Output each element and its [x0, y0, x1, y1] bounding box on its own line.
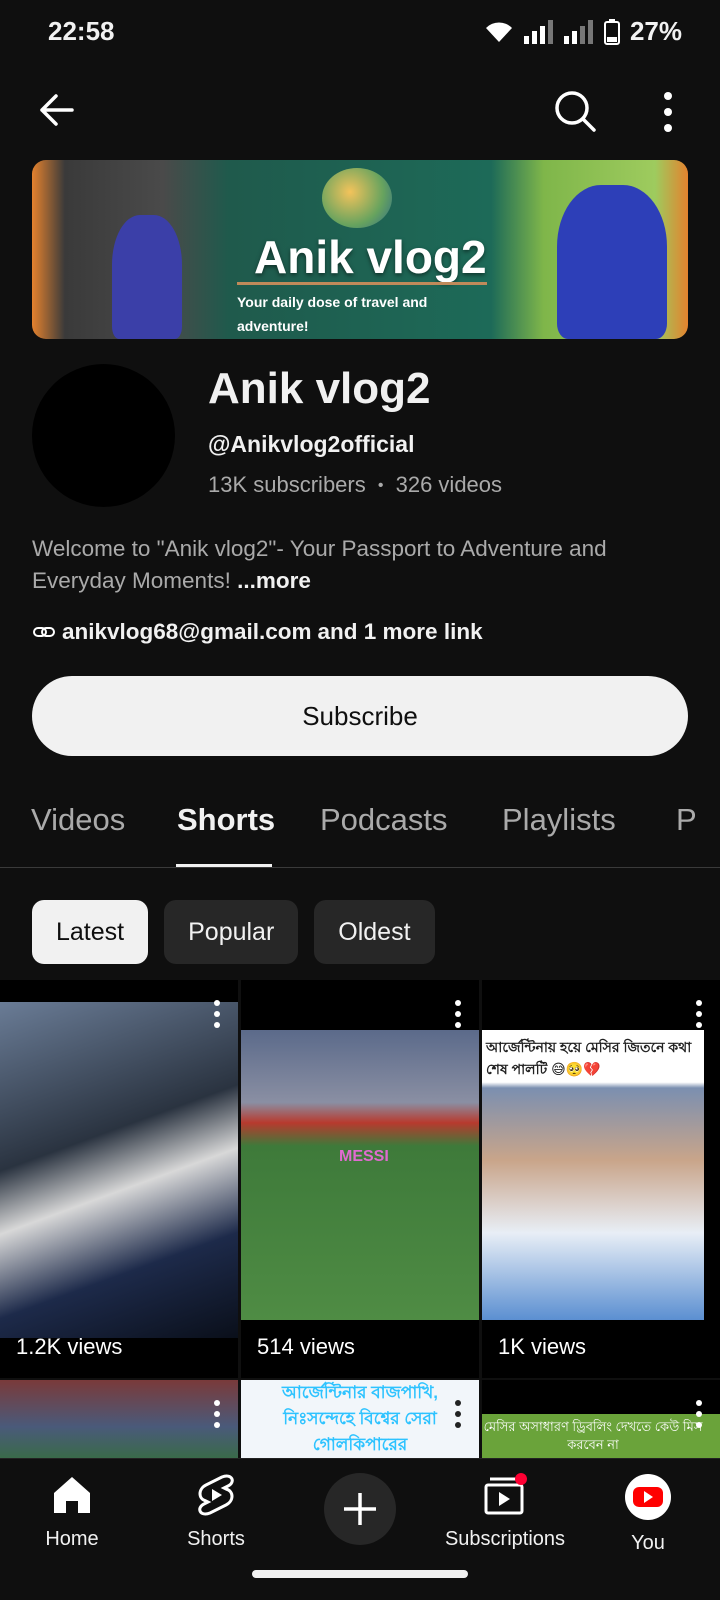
- home-icon: [54, 1477, 90, 1513]
- sort-chips: Latest Popular Oldest: [32, 900, 435, 964]
- short-views: 514 views: [257, 1334, 355, 1359]
- short-caption: আর্জেন্টিনায় হয়ে মেসির জিতনে কথা শেষ প…: [486, 1039, 692, 1077]
- short-tile[interactable]: [0, 1380, 238, 1458]
- search-icon[interactable]: [552, 88, 600, 136]
- bottom-navigation: Home Shorts Subscriptions You: [0, 1458, 720, 1600]
- tab-underline: [176, 864, 272, 867]
- wifi-icon: [485, 21, 512, 42]
- short-caption: মেসির অসাধারণ ড্রিবলিং দেখতে কেউ মিস করব…: [483, 1419, 703, 1452]
- short-tile[interactable]: MESSI 514 views: [241, 980, 479, 1378]
- channel-links[interactable]: anikvlog68@gmail.com and 1 more link: [32, 619, 483, 645]
- status-icons: 27%: [484, 16, 682, 47]
- status-bar: 22:58 27%: [0, 0, 720, 64]
- channel-stats: 13K subscribers • 326 videos: [208, 472, 502, 498]
- more-vert-icon[interactable]: [214, 1000, 220, 1033]
- tab-shorts[interactable]: Shorts: [177, 802, 275, 838]
- channel-banner: Anik vlog2 Your daily dose of travel and…: [32, 160, 688, 339]
- status-time: 22:58: [48, 16, 115, 46]
- more-vert-icon[interactable]: [662, 88, 674, 136]
- subscriber-count: 13K subscribers: [208, 472, 366, 497]
- short-views: 1K views: [498, 1334, 587, 1359]
- banner-divider: [237, 282, 487, 285]
- banner-subtitle: Your daily dose of travel and adventure!: [237, 294, 428, 334]
- chip-latest[interactable]: Latest: [32, 900, 149, 964]
- nav-shorts-label: Shorts: [187, 1528, 245, 1550]
- nav-home[interactable]: Home: [12, 1473, 132, 1551]
- create-button[interactable]: [324, 1473, 396, 1545]
- chip-popular[interactable]: Popular: [164, 900, 299, 964]
- channel-name: Anik vlog2: [208, 364, 431, 413]
- nav-home-label: Home: [45, 1528, 99, 1550]
- short-caption: MESSI: [339, 1148, 389, 1165]
- nav-subscriptions-label: Subscriptions: [444, 1528, 566, 1550]
- short-thumbnail: [0, 1380, 238, 1458]
- banner-title: Anik vlog2: [254, 231, 487, 283]
- more-vert-icon[interactable]: [696, 1400, 702, 1433]
- nav-you[interactable]: You: [588, 1473, 708, 1555]
- shorts-grid: 1.2K views MESSI 514 views আর্জেন্টিনায়…: [0, 980, 720, 1458]
- signal-icon: [523, 19, 554, 44]
- stats-separator: •: [377, 477, 384, 495]
- short-tile[interactable]: আর্জেন্টিনার বাজপাখি, নিঃসন্দেহে বিশ্বের…: [241, 1380, 479, 1458]
- description-text: Welcome to "Anik vlog2"- Your Passport t…: [32, 536, 607, 593]
- link-email[interactable]: anikvlog68@gmail.com: [62, 619, 312, 645]
- more-vert-icon[interactable]: [455, 1400, 461, 1433]
- short-caption: আর্জেন্টিনার বাজপাখি, নিঃসন্দেহে বিশ্বের…: [281, 1383, 439, 1454]
- channel-tabs: Videos Shorts Podcasts Playlists P: [0, 782, 720, 868]
- link-icon: [33, 627, 55, 637]
- chip-oldest[interactable]: Oldest: [314, 900, 435, 964]
- nav-subscriptions[interactable]: Subscriptions: [430, 1473, 580, 1551]
- home-indicator[interactable]: [252, 1570, 468, 1578]
- more-vert-icon[interactable]: [455, 1000, 461, 1033]
- short-tile[interactable]: আর্জেন্টিনায় হয়ে মেসির জিতনে কথা শেষ প…: [482, 980, 720, 1378]
- video-count: 326 videos: [395, 472, 503, 497]
- avatar[interactable]: [32, 364, 175, 507]
- back-arrow-icon[interactable]: [36, 88, 76, 132]
- link-more[interactable]: and 1 more link: [318, 619, 483, 645]
- signal-icon-2: [563, 19, 594, 44]
- more-vert-icon[interactable]: [696, 1000, 702, 1033]
- shorts-icon: [198, 1474, 234, 1516]
- short-tile[interactable]: মেসির অসাধারণ ড্রিবলিং দেখতে কেউ মিস করব…: [482, 1380, 720, 1458]
- channel-handle: @Anikvlog2official: [208, 431, 415, 457]
- nav-you-label: You: [631, 1532, 665, 1554]
- channel-description[interactable]: Welcome to "Anik vlog2"- Your Passport t…: [32, 533, 692, 597]
- banner-person-right: [557, 185, 667, 339]
- banner-person-left: [112, 215, 182, 339]
- short-views: 1.2K views: [16, 1334, 123, 1359]
- short-thumbnail: [0, 1002, 238, 1338]
- banner-globe: [322, 168, 392, 228]
- more-link[interactable]: ...more: [237, 568, 311, 593]
- subscribe-button[interactable]: Subscribe: [32, 676, 688, 756]
- tab-podcasts[interactable]: Podcasts: [320, 802, 448, 838]
- more-vert-icon[interactable]: [214, 1400, 220, 1433]
- battery-level: 27%: [629, 16, 682, 46]
- you-icon: [625, 1474, 671, 1520]
- battery-icon: [603, 18, 620, 45]
- top-app-bar: [0, 80, 720, 144]
- nav-shorts[interactable]: Shorts: [156, 1473, 276, 1551]
- tab-posts[interactable]: P: [676, 802, 697, 838]
- short-thumbnail: [241, 1030, 479, 1320]
- tab-videos[interactable]: Videos: [31, 802, 125, 838]
- plus-icon: [344, 1493, 376, 1525]
- tab-playlists[interactable]: Playlists: [502, 802, 616, 838]
- subscriptions-icon: [484, 1473, 527, 1515]
- short-tile[interactable]: 1.2K views: [0, 980, 238, 1378]
